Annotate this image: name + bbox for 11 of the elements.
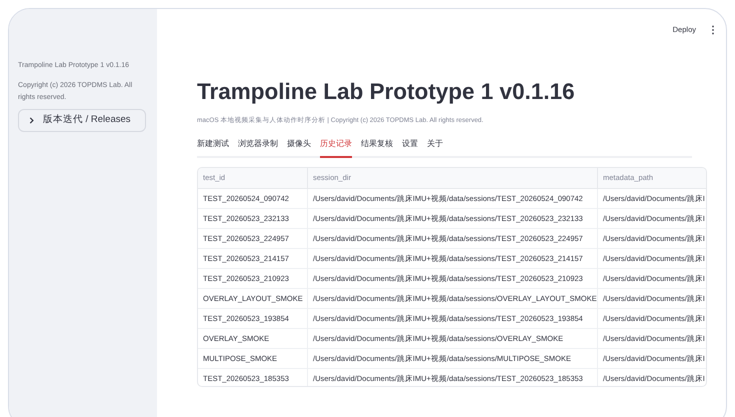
tab[interactable]: 新建测试 [197,138,229,158]
tab[interactable]: 结果复核 [361,138,393,158]
chevron-icon [29,116,35,124]
tab[interactable]: 摄像头 [287,138,311,158]
page-title: Trampoline Lab Prototype 1 v0.1.16 [197,78,576,106]
tab[interactable]: 浏览器录制 [238,138,278,158]
tab[interactable]: 历史记录 [320,138,352,158]
menu-button[interactable]: ⋮ [708,22,718,38]
releases-expander[interactable]: 版本迭代 / Releases [18,108,146,132]
tab[interactable]: 关于 [427,138,443,158]
tab[interactable]: 设置 [402,138,418,158]
